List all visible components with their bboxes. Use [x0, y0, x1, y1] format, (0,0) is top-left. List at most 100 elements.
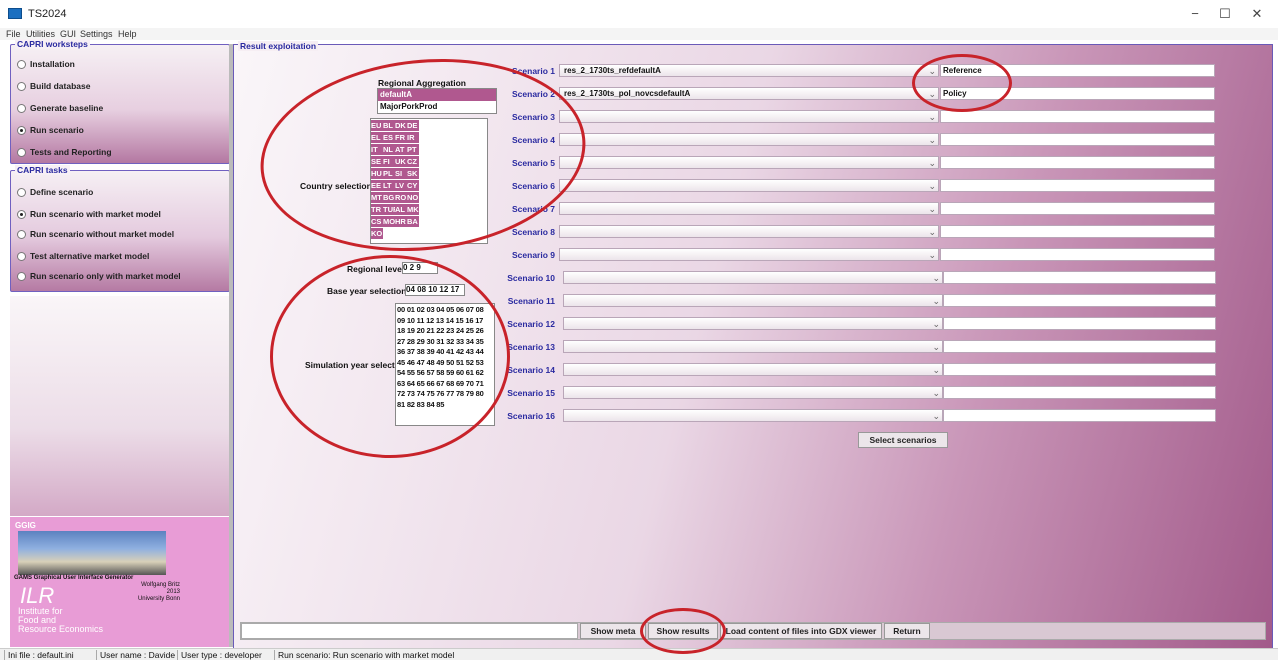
- country-item[interactable]: FR: [395, 132, 407, 143]
- show-results-button[interactable]: Show results: [648, 623, 718, 639]
- country-item[interactable]: BA: [407, 216, 419, 227]
- country-item[interactable]: EE: [371, 180, 383, 191]
- scenario-dropdown[interactable]: res_2_1730ts_pol_novcsdefaultA ⌄: [559, 87, 939, 100]
- workstep-tests-reporting[interactable]: Tests and Reporting: [17, 145, 112, 159]
- country-item[interactable]: UK: [395, 156, 407, 167]
- return-button[interactable]: Return: [884, 623, 930, 639]
- country-item[interactable]: TUR: [383, 204, 398, 215]
- menu-utilities[interactable]: Utilities: [26, 29, 55, 39]
- task-run-without-market[interactable]: Run scenario without market model: [17, 227, 174, 241]
- country-item[interactable]: NL: [383, 144, 395, 155]
- year-row[interactable]: 00 01 02 03 04 05 06 07 08: [397, 305, 493, 316]
- scenario-dropdown[interactable]: ⌄: [563, 386, 943, 399]
- country-item[interactable]: HR: [395, 216, 407, 227]
- country-item[interactable]: BL: [383, 120, 395, 131]
- country-item[interactable]: SI: [395, 168, 407, 179]
- country-item[interactable]: MK: [407, 204, 419, 215]
- scenario-dropdown[interactable]: ⌄: [563, 317, 943, 330]
- scenario-name-field[interactable]: [940, 248, 1215, 261]
- select-scenarios-button[interactable]: Select scenarios: [858, 432, 948, 448]
- country-item[interactable]: AT: [395, 144, 407, 155]
- show-meta-button[interactable]: Show meta: [580, 623, 646, 639]
- chevron-down-icon[interactable]: ⌄: [932, 364, 940, 376]
- scenario-dropdown[interactable]: ⌄: [559, 202, 939, 215]
- scenario-name-field[interactable]: Policy: [940, 87, 1215, 100]
- scenario-name-field[interactable]: [943, 294, 1216, 307]
- scenario-dropdown[interactable]: ⌄: [563, 271, 943, 284]
- country-item[interactable]: MO: [383, 216, 395, 227]
- country-item[interactable]: TR: [371, 204, 383, 215]
- chevron-down-icon[interactable]: ⌄: [928, 157, 936, 169]
- year-row[interactable]: 18 19 20 21 22 23 24 25 26: [397, 326, 493, 337]
- workstep-build-database[interactable]: Build database: [17, 79, 90, 93]
- menu-file[interactable]: File: [6, 29, 21, 39]
- workstep-generate-baseline[interactable]: Generate baseline: [17, 101, 103, 115]
- year-row[interactable]: 54 55 56 57 58 59 60 61 62: [397, 368, 493, 379]
- year-row[interactable]: 36 37 38 39 40 41 42 43 44: [397, 347, 493, 358]
- regional-aggregation-list[interactable]: defaultA MajorPorkProd: [377, 88, 497, 114]
- country-item[interactable]: ES: [383, 132, 395, 143]
- scenario-name-field[interactable]: [943, 363, 1216, 376]
- country-item[interactable]: FI: [383, 156, 395, 167]
- country-item[interactable]: KO: [371, 228, 383, 239]
- radio-icon[interactable]: [17, 229, 26, 239]
- chevron-down-icon[interactable]: ⌄: [932, 341, 940, 353]
- year-row[interactable]: 09 10 11 12 13 14 15 16 17: [397, 316, 493, 327]
- country-item[interactable]: AL: [395, 204, 407, 215]
- scenario-dropdown[interactable]: ⌄: [559, 110, 939, 123]
- scenario-name-field[interactable]: [940, 179, 1215, 192]
- radio-icon[interactable]: [17, 147, 26, 157]
- radio-icon[interactable]: [17, 251, 26, 261]
- maximize-button[interactable]: ☐: [1210, 4, 1240, 24]
- year-row[interactable]: 81 82 83 84 85: [397, 400, 493, 411]
- country-item[interactable]: PT: [407, 144, 419, 155]
- scenario-name-field[interactable]: [943, 386, 1216, 399]
- scenario-dropdown[interactable]: ⌄: [559, 225, 939, 238]
- country-selection-list[interactable]: EU BL DK DE EL ES FR IR IT NL AT PT SE FI UK CZ HU PL SI SK…: [370, 118, 488, 244]
- country-item[interactable]: BG: [383, 192, 395, 203]
- chevron-down-icon[interactable]: ⌄: [928, 226, 936, 238]
- chevron-down-icon[interactable]: ⌄: [928, 203, 936, 215]
- scenario-name-field[interactable]: [943, 317, 1216, 330]
- scenario-dropdown[interactable]: ⌄: [559, 156, 939, 169]
- scenario-name-field[interactable]: [943, 340, 1216, 353]
- country-item[interactable]: PL: [383, 168, 395, 179]
- year-row[interactable]: 72 73 74 75 76 77 78 79 80: [397, 389, 493, 400]
- year-row[interactable]: 27 28 29 30 31 32 33 34 35: [397, 337, 493, 348]
- menu-settings[interactable]: Settings: [80, 29, 113, 39]
- country-item[interactable]: SE: [371, 156, 383, 167]
- list-item[interactable]: defaultA: [378, 89, 496, 101]
- scenario-dropdown[interactable]: ⌄: [559, 248, 939, 261]
- country-item[interactable]: LT: [383, 180, 395, 191]
- simulation-year-list[interactable]: 00 01 02 03 04 05 06 07 08 09 10 11 12 13…: [395, 303, 495, 426]
- task-test-alternative[interactable]: Test alternative market model: [17, 249, 149, 263]
- task-define-scenario[interactable]: Define scenario: [17, 185, 93, 199]
- country-item[interactable]: SK: [407, 168, 419, 179]
- scenario-name-field[interactable]: [940, 133, 1215, 146]
- year-row[interactable]: 63 64 65 66 67 68 69 70 71: [397, 379, 493, 390]
- chevron-down-icon[interactable]: ⌄: [928, 111, 936, 123]
- country-item[interactable]: RO: [395, 192, 407, 203]
- chevron-down-icon[interactable]: ⌄: [928, 88, 936, 100]
- scenario-dropdown[interactable]: ⌄: [559, 133, 939, 146]
- scenario-dropdown[interactable]: ⌄: [563, 363, 943, 376]
- radio-icon[interactable]: [17, 187, 26, 197]
- menu-gui[interactable]: GUI: [60, 29, 76, 39]
- bottom-input-field[interactable]: [241, 623, 578, 639]
- scenario-name-field[interactable]: [940, 225, 1215, 238]
- country-item[interactable]: DK: [395, 120, 407, 131]
- scenario-dropdown[interactable]: res_2_1730ts_refdefaultA ⌄: [559, 64, 939, 77]
- scenario-name-field[interactable]: [940, 110, 1215, 123]
- workstep-run-scenario[interactable]: Run scenario: [17, 123, 84, 137]
- chevron-down-icon[interactable]: ⌄: [928, 249, 936, 261]
- scenario-name-field[interactable]: Reference: [940, 64, 1215, 77]
- chevron-down-icon[interactable]: ⌄: [932, 295, 940, 307]
- load-gdx-viewer-button[interactable]: Load content of files into GDX viewer: [720, 623, 882, 639]
- chevron-down-icon[interactable]: ⌄: [932, 318, 940, 330]
- country-item[interactable]: EU: [371, 120, 383, 131]
- chevron-down-icon[interactable]: ⌄: [932, 272, 940, 284]
- country-item[interactable]: EL: [371, 132, 383, 143]
- scenario-dropdown[interactable]: ⌄: [563, 340, 943, 353]
- close-button[interactable]: ✕: [1242, 4, 1272, 24]
- scenario-name-field[interactable]: [940, 202, 1215, 215]
